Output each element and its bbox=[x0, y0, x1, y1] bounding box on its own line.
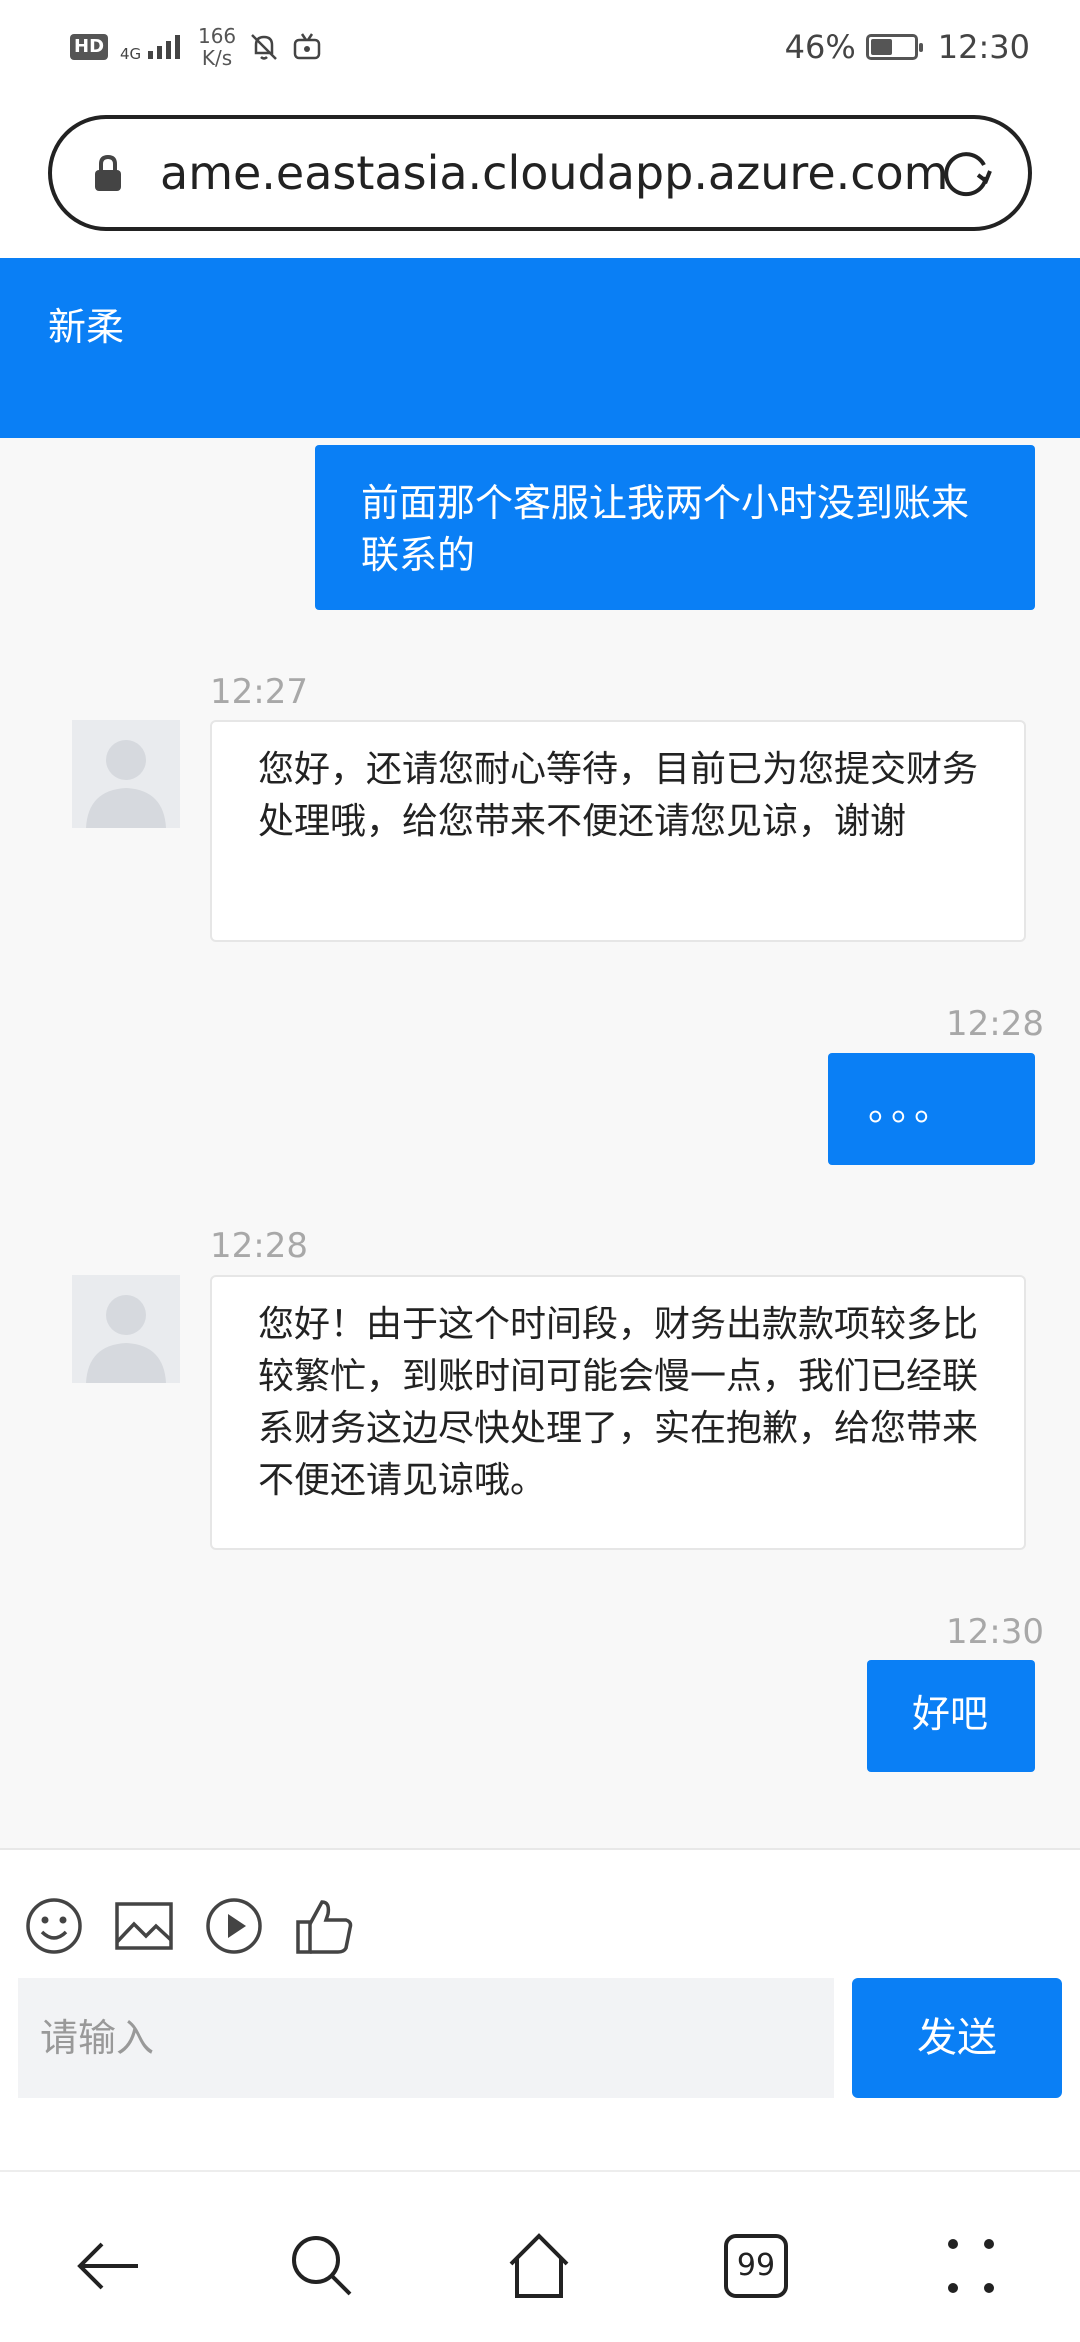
browser-toolbar: ame.eastasia.cloudapp.azure.com bbox=[0, 95, 1080, 258]
speed-value: 166 bbox=[197, 24, 237, 48]
message-text: 前面那个客服让我两个小时没到账来联系的 bbox=[361, 481, 970, 577]
network-speed: 166 K/s bbox=[198, 25, 236, 69]
message-list[interactable]: 前面那个客服让我两个小时没到账来联系的 12:27 您好，还请您耐心等待，目前已… bbox=[0, 438, 1080, 1848]
search-icon[interactable] bbox=[286, 2230, 358, 2302]
image-icon[interactable] bbox=[112, 1894, 176, 1958]
speed-unit: K/s bbox=[201, 46, 233, 70]
emoji-icon[interactable] bbox=[22, 1894, 86, 1958]
home-icon[interactable] bbox=[503, 2230, 575, 2302]
video-icon[interactable] bbox=[202, 1894, 266, 1958]
message-incoming[interactable]: 您好！由于这个时间段，财务出款款项较多比较繁忙，到账时间可能会慢一点，我们已经联… bbox=[210, 1275, 1026, 1550]
more-icon[interactable] bbox=[935, 2230, 1007, 2302]
battery-level-fill bbox=[870, 39, 892, 55]
user-avatar-icon bbox=[86, 1295, 166, 1383]
battery-percent: 46% bbox=[784, 28, 856, 66]
composer: 发送 bbox=[0, 1848, 1080, 2172]
url-text[interactable]: ame.eastasia.cloudapp.azure.com bbox=[160, 119, 949, 227]
message-text: 好吧 bbox=[912, 1692, 989, 1736]
status-bar-left: HD 4G 166 K/s bbox=[70, 22, 322, 72]
chat-title: 新柔 bbox=[48, 305, 125, 349]
message-outgoing[interactable]: 前面那个客服让我两个小时没到账来联系的 bbox=[315, 445, 1035, 610]
signal-icon bbox=[147, 34, 180, 59]
send-button[interactable]: 发送 bbox=[852, 1978, 1062, 2098]
message-timestamp: 12:28 bbox=[946, 1004, 1044, 1044]
message-text: 。。。 bbox=[868, 1085, 957, 1129]
message-outgoing[interactable]: 好吧 bbox=[867, 1660, 1035, 1772]
tabs-button[interactable]: 99 bbox=[720, 2230, 792, 2302]
message-timestamp: 12:30 bbox=[946, 1612, 1044, 1652]
tv-icon bbox=[293, 33, 321, 60]
network-label: 4G bbox=[120, 44, 142, 63]
address-bar[interactable]: ame.eastasia.cloudapp.azure.com bbox=[48, 115, 1032, 231]
clock: 12:30 bbox=[937, 28, 1030, 66]
bell-off-icon bbox=[251, 34, 278, 60]
message-input[interactable] bbox=[18, 1978, 834, 2098]
message-timestamp: 12:27 bbox=[210, 672, 308, 712]
battery-icon bbox=[865, 34, 923, 60]
message-text: 您好！由于这个时间段，财务出款款项较多比较繁忙，到账时间可能会慢一点，我们已经联… bbox=[258, 1304, 979, 1501]
thumbs-up-icon[interactable] bbox=[292, 1894, 356, 1958]
browser-bottom-nav: 99 bbox=[0, 2170, 1080, 2342]
back-icon[interactable] bbox=[72, 2230, 144, 2302]
tabs-count: 99 bbox=[736, 2248, 776, 2283]
avatar bbox=[72, 1275, 180, 1383]
message-incoming[interactable]: 您好，还请您耐心等待，目前已为您提交财务处理哦，给您带来不便还请您见谅，谢谢 bbox=[210, 720, 1026, 942]
status-bar-right: 46% 12:30 bbox=[785, 22, 1030, 72]
hd-badge: HD bbox=[70, 34, 109, 60]
lock-icon bbox=[95, 154, 121, 191]
reload-icon[interactable] bbox=[938, 145, 994, 201]
message-outgoing[interactable]: 。。。 bbox=[828, 1053, 1035, 1165]
network-type: 4G bbox=[120, 33, 186, 62]
message-text: 您好，还请您耐心等待，目前已为您提交财务处理哦，给您带来不便还请您见谅，谢谢 bbox=[258, 749, 979, 842]
user-avatar-icon bbox=[86, 740, 166, 828]
status-bar: HD 4G 166 K/s 46% 12:30 bbox=[0, 0, 1080, 95]
message-timestamp: 12:28 bbox=[210, 1226, 308, 1266]
chat-header: 新柔 bbox=[0, 258, 1080, 438]
avatar bbox=[72, 720, 180, 828]
